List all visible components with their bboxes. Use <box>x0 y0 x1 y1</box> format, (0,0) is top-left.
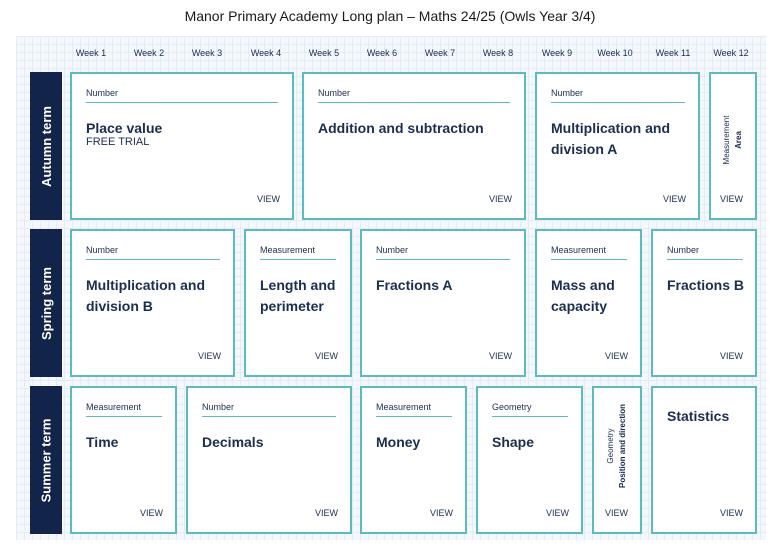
view-link[interactable]: VIEW <box>663 194 686 204</box>
unit-name: Multiplication and division B <box>86 277 205 314</box>
view-link[interactable]: VIEW <box>720 508 743 518</box>
unit-card-multiplication-b[interactable]: Number Multiplication and division B VIE… <box>70 229 235 377</box>
week-header: Week 2 <box>133 48 165 58</box>
unit-category: Measurement <box>86 402 162 417</box>
view-link[interactable]: VIEW <box>430 508 453 518</box>
unit-category: Number <box>202 402 336 417</box>
week-header: Week 1 <box>75 48 107 58</box>
view-link[interactable]: VIEW <box>489 194 512 204</box>
unit-card-mass-capacity[interactable]: Measurement Mass and capacity VIEW <box>535 229 642 377</box>
unit-category: Geometry <box>606 428 615 464</box>
week-header: Week 7 <box>424 48 456 58</box>
week-header: Week 5 <box>308 48 340 58</box>
unit-category: Number <box>86 88 278 103</box>
week-header: Week 10 <box>597 48 633 58</box>
unit-name: Length and perimeter <box>260 277 336 314</box>
view-link[interactable]: VIEW <box>605 351 628 361</box>
week-header: Week 8 <box>482 48 514 58</box>
view-link[interactable]: VIEW <box>140 508 163 518</box>
unit-name: Fractions A <box>376 277 453 293</box>
unit-name: Position and direction <box>618 403 627 488</box>
week-header: Week 12 <box>713 48 749 58</box>
view-link[interactable]: VIEW <box>315 508 338 518</box>
unit-category: Number <box>318 88 510 103</box>
unit-card-decimals[interactable]: Number Decimals VIEW <box>186 386 352 534</box>
term-label-spring: Spring term <box>30 229 62 377</box>
unit-name: Fractions B <box>667 277 745 293</box>
unit-category: Measurement <box>551 245 627 260</box>
unit-card-statistics[interactable]: Statistics VIEW <box>651 386 757 534</box>
unit-vertical-label: Measurement Area <box>721 116 745 165</box>
unit-card-place-value[interactable]: Number Place value FREE TRIAL VIEW <box>70 72 294 220</box>
unit-card-shape[interactable]: Geometry Shape VIEW <box>476 386 583 534</box>
unit-card-money[interactable]: Measurement Money VIEW <box>360 386 467 534</box>
unit-card-position-direction[interactable]: Geometry Position and direction VIEW <box>592 386 642 534</box>
unit-card-fractions-b[interactable]: Number Fractions B VIEW <box>651 229 757 377</box>
week-header: Week 3 <box>191 48 223 58</box>
week-header: Week 11 <box>655 48 691 58</box>
view-link[interactable]: VIEW <box>605 508 628 518</box>
view-link[interactable]: VIEW <box>315 351 338 361</box>
unit-card-length-perimeter[interactable]: Measurement Length and perimeter VIEW <box>244 229 352 377</box>
unit-name: Mass and capacity <box>551 277 615 314</box>
unit-category: Measurement <box>722 115 731 165</box>
unit-category: Geometry <box>492 402 568 417</box>
week-header: Week 4 <box>250 48 282 58</box>
unit-card-addition-subtraction[interactable]: Number Addition and subtraction VIEW <box>302 72 526 220</box>
term-label-autumn: Autumn term <box>30 72 62 220</box>
term-label-summer: Summer term <box>30 386 62 534</box>
unit-name: Statistics <box>667 408 730 424</box>
unit-category: Number <box>667 245 743 260</box>
unit-category: Measurement <box>376 402 452 417</box>
page-title: Manor Primary Academy Long plan – Maths … <box>184 8 596 24</box>
unit-name: Shape <box>492 434 535 450</box>
view-link[interactable]: VIEW <box>489 351 512 361</box>
unit-name: Money <box>376 434 421 450</box>
unit-card-fractions-a[interactable]: Number Fractions A VIEW <box>360 229 526 377</box>
free-trial-badge: FREE TRIAL <box>86 136 150 148</box>
unit-card-area[interactable]: Measurement Area VIEW <box>709 72 757 220</box>
unit-category: Number <box>376 245 510 260</box>
view-link[interactable]: VIEW <box>257 194 280 204</box>
view-link[interactable]: VIEW <box>546 508 569 518</box>
unit-category: Number <box>86 245 220 260</box>
unit-category: Number <box>551 88 685 103</box>
unit-card-time[interactable]: Measurement Time VIEW <box>70 386 177 534</box>
unit-name: Addition and subtraction <box>318 120 484 136</box>
view-link[interactable]: VIEW <box>720 194 743 204</box>
unit-name: Multiplication and division A <box>551 120 670 157</box>
view-link[interactable]: VIEW <box>720 351 743 361</box>
view-link[interactable]: VIEW <box>198 351 221 361</box>
unit-name: Time <box>86 434 119 450</box>
week-header: Week 9 <box>541 48 573 58</box>
unit-card-multiplication-a[interactable]: Number Multiplication and division A VIE… <box>535 72 700 220</box>
unit-name: Area <box>734 131 743 150</box>
unit-name: Decimals <box>202 434 264 450</box>
unit-category: Measurement <box>260 245 336 260</box>
week-header: Week 6 <box>366 48 398 58</box>
unit-vertical-label: Geometry Position and direction <box>605 404 629 488</box>
